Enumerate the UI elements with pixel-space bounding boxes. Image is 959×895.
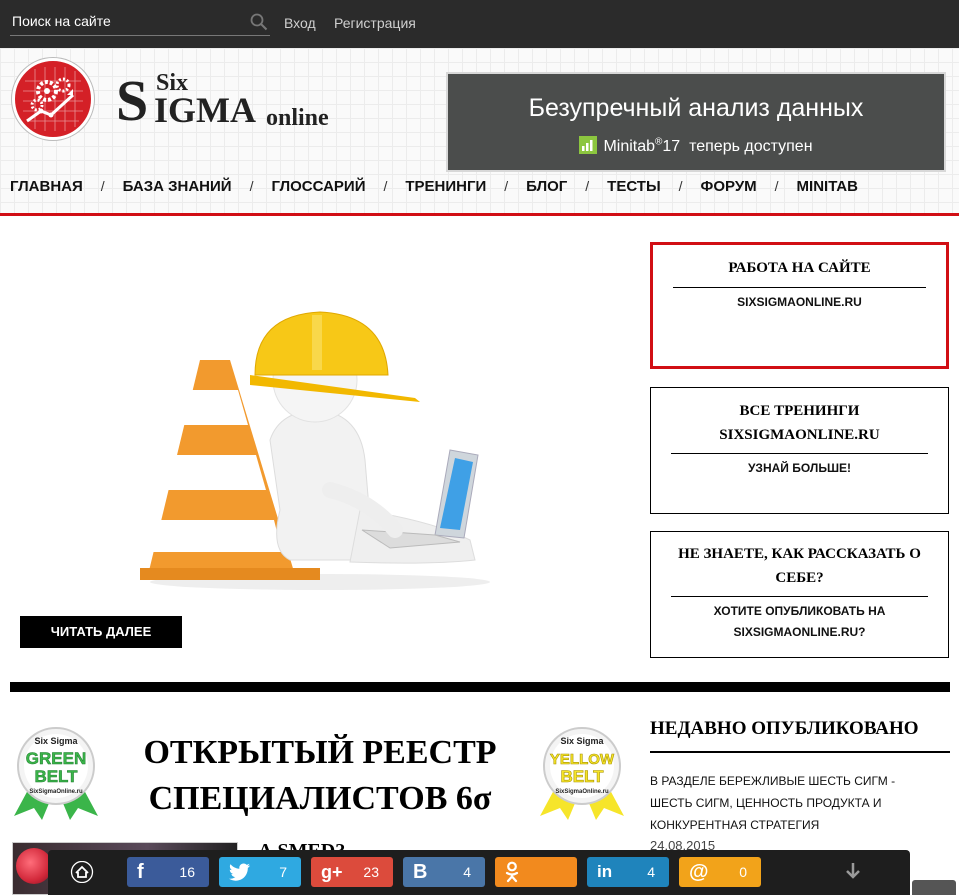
search-icon[interactable] — [250, 13, 268, 36]
share-googleplus-button[interactable]: g+ 23 — [311, 857, 393, 887]
badge-top-text: Six Sigma — [34, 736, 78, 746]
vk-icon: B — [413, 861, 428, 883]
nav-separator: / — [100, 178, 105, 194]
banner-title: Безупречный анализ данных — [528, 94, 864, 122]
nav-item-trainings[interactable]: ТРЕНИНГИ — [405, 178, 486, 195]
nav-item-minitab[interactable]: MINITAB — [797, 178, 858, 195]
linkedin-icon: in — [597, 862, 613, 881]
nav-separator: / — [585, 178, 590, 194]
search-box — [10, 8, 270, 36]
facebook-icon: f — [137, 861, 144, 883]
share-count: 7 — [279, 864, 287, 880]
share-facebook-button[interactable]: f 16 — [127, 857, 209, 887]
share-odnoklassniki-button[interactable] — [495, 857, 577, 887]
share-twitter-button[interactable]: 7 — [219, 857, 301, 887]
nav-separator: / — [504, 178, 509, 194]
share-count: 16 — [179, 864, 195, 880]
nav-separator: / — [774, 178, 779, 194]
box-title: ВСЕ ТРЕНИНГИ SIXSIGMAONLINE.RU — [719, 403, 880, 443]
minitab-chart-icon — [579, 136, 598, 154]
share-count: 0 — [739, 864, 747, 880]
site-logo[interactable]: Six S IGMA online — [116, 70, 336, 132]
share-vk-button[interactable]: B 4 — [403, 857, 485, 887]
arrow-down-icon[interactable] — [843, 861, 863, 886]
nav-item-knowledge-base[interactable]: БАЗА ЗНАНИЙ — [123, 178, 232, 195]
badge-site: SixSigmaOnline.ru — [555, 789, 609, 795]
registry-title[interactable]: ОТКРЫТЫЙ РЕЕСТР СПЕЦИАЛИСТОВ 6σ — [110, 730, 530, 822]
logo-s: S — [116, 68, 149, 133]
badge-line2: BELT — [560, 767, 604, 786]
share-count: 4 — [647, 864, 655, 880]
nav-item-glossary[interactable]: ГЛОССАРИЙ — [271, 178, 365, 195]
box-title: РАБОТА НА САЙТЕ — [728, 260, 871, 276]
login-link[interactable]: Вход — [284, 15, 316, 31]
sidebar-box-publish: НЕ ЗНАЕТЕ, КАК РАССКАЗАТЬ О СЕБЕ? ХОТИТЕ… — [650, 531, 949, 658]
twitter-icon — [229, 861, 251, 886]
recent-post-link[interactable]: В РАЗДЕЛЕ БЕРЕЖЛИВЫЕ ШЕСТЬ СИГМ - ШЕСТЬ … — [650, 770, 940, 836]
yellow-belt-badge-icon[interactable]: Six Sigma YELLOW BELT SixSigmaOnline.ru — [538, 724, 626, 820]
sidebar-box-work: РАБОТА НА САЙТЕ SIXSIGMAONLINE.RU — [650, 242, 949, 369]
hero-construction-image[interactable] — [130, 290, 500, 595]
box-link-sixsigmaonline[interactable]: SIXSIGMAONLINE.RU — [653, 292, 946, 313]
badge-site: SixSigmaOnline.ru — [29, 789, 83, 795]
banner-version: 17 — [662, 138, 681, 155]
header-red-line — [0, 213, 959, 216]
box-divider — [671, 453, 928, 454]
nav-item-home[interactable]: ГЛАВНАЯ — [10, 178, 83, 195]
nav-separator: / — [249, 178, 254, 194]
box-link-learn-more[interactable]: УЗНАЙ БОЛЬШЕ! — [651, 458, 948, 479]
sidebar-box-trainings: ВСЕ ТРЕНИНГИ SIXSIGMAONLINE.RU УЗНАЙ БОЛ… — [650, 387, 949, 514]
logo-gears-icon[interactable] — [12, 58, 94, 140]
share-bar: f 16 7 g+ 23 B 4 in 4 @ 0 — [48, 850, 910, 895]
home-icon[interactable] — [70, 860, 94, 888]
site-header: Six S IGMA online Безупречный анализ дан… — [0, 48, 959, 215]
badge-line1: YELLOW — [550, 751, 615, 768]
odnoklassniki-icon — [505, 861, 519, 888]
share-count: 4 — [463, 864, 471, 880]
badge-top-text: Six Sigma — [560, 736, 604, 746]
register-link[interactable]: Регистрация — [334, 15, 416, 31]
badge-line1: GREEN — [26, 749, 86, 768]
logo-online: online — [266, 105, 329, 131]
search-input[interactable] — [10, 8, 250, 34]
box-link-publish[interactable]: ХОТИТЕ ОПУБЛИКОВАТЬ НА SIXSIGMAONLINE.RU… — [651, 601, 948, 643]
box-divider — [673, 287, 926, 288]
box-divider — [671, 596, 928, 597]
badge-line2: BELT — [34, 767, 78, 786]
recent-divider — [650, 751, 950, 753]
banner-available: теперь доступен — [689, 138, 813, 155]
box-title: НЕ ЗНАЕТЕ, КАК РАССКАЗАТЬ О СЕБЕ? — [678, 546, 921, 586]
scroll-top-button[interactable] — [912, 880, 956, 895]
share-linkedin-button[interactable]: in 4 — [587, 857, 669, 887]
top-bar: Вход Регистрация — [0, 0, 959, 48]
read-more-button[interactable]: ЧИТАТЬ ДАЛЕЕ — [20, 616, 182, 648]
email-icon: @ — [689, 861, 709, 883]
nav-item-blog[interactable]: БЛОГ — [526, 178, 567, 195]
share-count: 23 — [363, 864, 379, 880]
notification-bubble-icon[interactable] — [16, 848, 52, 884]
section-divider — [10, 682, 950, 692]
main-nav: ГЛАВНАЯ / БАЗА ЗНАНИЙ / ГЛОССАРИЙ / ТРЕН… — [10, 176, 858, 196]
logo-igma: IGMA — [154, 90, 256, 130]
googleplus-icon: g+ — [321, 862, 343, 882]
banner-product: Minitab — [603, 138, 656, 155]
recent-title: НЕДАВНО ОПУБЛИКОВАНО — [650, 718, 919, 739]
nav-separator: / — [383, 178, 388, 194]
green-belt-badge-icon[interactable]: Six Sigma GREEN BELT SixSigmaOnline.ru — [12, 724, 100, 820]
banner-subtitle: Minitab®17 теперь доступен — [448, 136, 944, 156]
minitab-banner[interactable]: Безупречный анализ данных Minitab®17 теп… — [446, 72, 946, 172]
nav-separator: / — [678, 178, 683, 194]
share-email-button[interactable]: @ 0 — [679, 857, 761, 887]
nav-item-tests[interactable]: ТЕСТЫ — [607, 178, 660, 195]
nav-item-forum[interactable]: ФОРУМ — [701, 178, 757, 195]
